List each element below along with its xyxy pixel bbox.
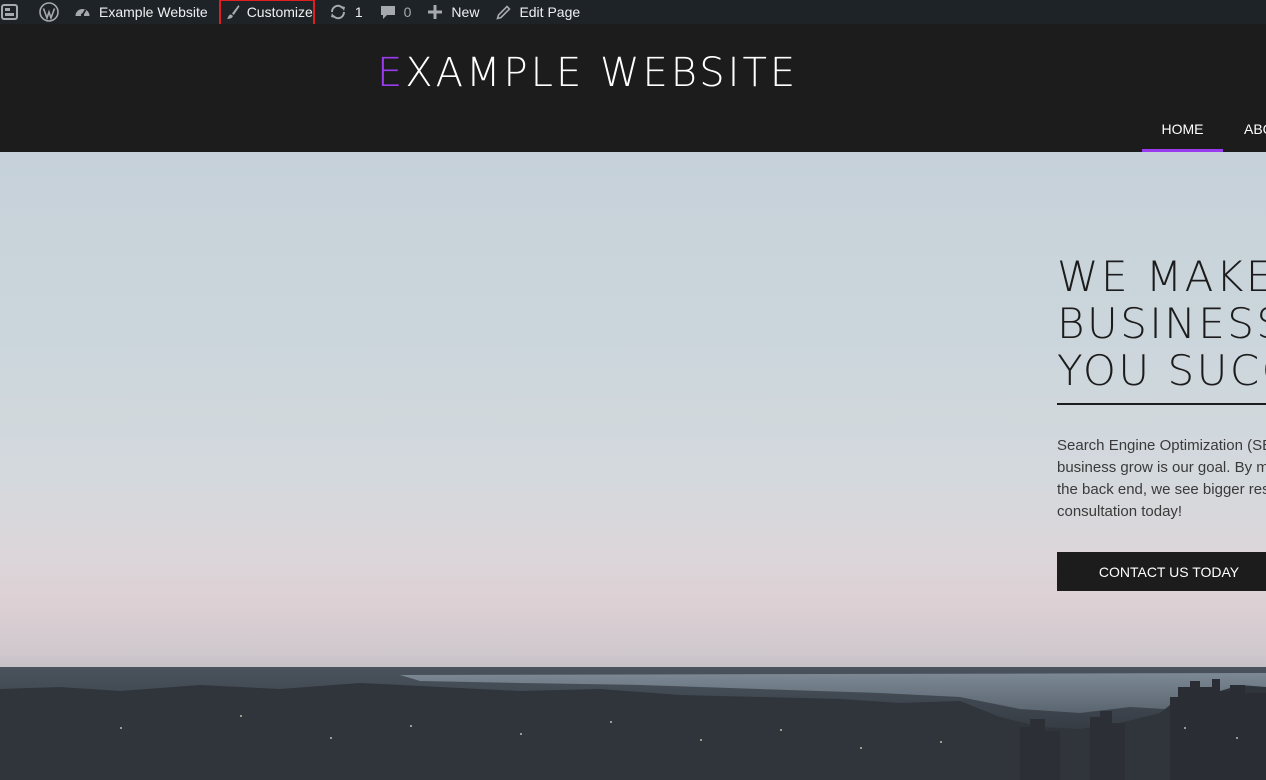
hero-title-line: WE MAKE <box>1057 252 1266 301</box>
site-title-rest: XAMPLE WEBSITE <box>405 50 799 96</box>
comment-icon <box>380 4 396 20</box>
updates-count: 1 <box>354 4 363 20</box>
comments-count: 0 <box>403 4 412 20</box>
hero-title: WE MAKE BUSINESS YOU SUCC <box>1057 253 1266 394</box>
nav-item-about[interactable]: ABOUT <box>1223 118 1266 152</box>
customize-menu[interactable]: Customize <box>218 0 315 36</box>
wordpress-logo-icon <box>39 2 59 22</box>
dashboard-menu[interactable] <box>1 0 19 24</box>
customize-label: Customize <box>246 4 313 20</box>
plus-icon <box>428 5 443 19</box>
site-title[interactable]: EXAMPLE WEBSITE <box>377 51 798 95</box>
hero-body-line: consultation today! <box>1057 503 1183 520</box>
updates-icon <box>329 3 347 21</box>
hero-body-line: the back end, we see bigger resu <box>1057 481 1266 498</box>
main-navigation: HOME ABOUT <box>1142 118 1266 152</box>
contact-us-button[interactable]: CONTACT US TODAY <box>1057 552 1266 591</box>
hero-body-text: Search Engine Optimization (SEO business… <box>1057 435 1266 523</box>
site-gauge-icon <box>74 4 91 21</box>
dashboard-icon <box>1 3 19 21</box>
hero-body-line: Search Engine Optimization (SEO <box>1057 437 1266 454</box>
wordpress-menu[interactable] <box>39 0 59 24</box>
site-name-menu[interactable]: Example Website <box>74 0 208 24</box>
site-header: EXAMPLE WEBSITE HOME ABOUT <box>0 24 1266 152</box>
site-title-first-letter: E <box>377 50 406 96</box>
comments-menu[interactable]: 0 <box>380 0 412 24</box>
admin-bar: Example Website Customize 1 0 New Edit P… <box>0 0 1266 36</box>
hero-title-line: BUSINESS <box>1057 299 1266 348</box>
edit-page-label: Edit Page <box>519 4 581 20</box>
pencil-icon <box>496 4 512 20</box>
nav-item-home[interactable]: HOME <box>1142 118 1223 152</box>
hero-body-line: business grow is our goal. By ma <box>1057 459 1266 476</box>
new-content-menu[interactable]: New <box>428 0 479 24</box>
site-name-label: Example Website <box>99 4 208 20</box>
hero-divider <box>1057 403 1266 405</box>
hero-title-line: YOU SUCC <box>1057 346 1266 395</box>
paintbrush-icon <box>226 4 240 20</box>
new-label: New <box>451 4 480 20</box>
hero-section: WE MAKE BUSINESS YOU SUCC Search Engine … <box>0 152 1266 780</box>
city-skyline-image <box>0 667 1266 780</box>
updates-menu[interactable]: 1 <box>329 0 363 24</box>
edit-page-menu[interactable]: Edit Page <box>496 0 580 24</box>
